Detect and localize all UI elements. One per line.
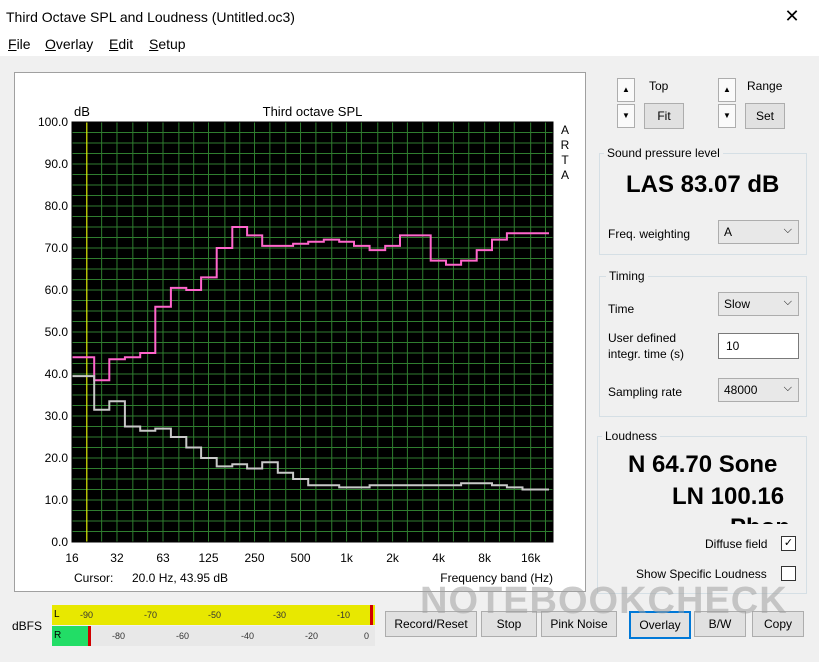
y-tick-label: 90.0 — [45, 157, 69, 171]
x-tick-label: 1k — [340, 551, 354, 565]
freq-weighting-label: Freq. weighting — [608, 227, 691, 241]
y-tick-label: 60.0 — [45, 283, 69, 297]
show-specific-label: Show Specific Loudness — [636, 567, 767, 581]
dbfs-label: dBFS — [12, 619, 43, 633]
user-integr-value: 10 — [726, 339, 740, 353]
side-label-letter: A — [561, 168, 569, 182]
meter-left-peak — [370, 605, 373, 625]
x-tick-label: 16 — [65, 551, 79, 565]
meter-bot-tick: -40 — [241, 631, 255, 641]
meter-bot-tick: -80 — [112, 631, 126, 641]
y-tick-label: 30.0 — [45, 409, 69, 423]
top-label: Top — [649, 79, 669, 93]
diffuse-field-label: Diffuse field — [705, 537, 768, 551]
y-tick-label: 100.0 — [38, 115, 68, 129]
window-title: Third Octave SPL and Loudness (Untitled.… — [6, 9, 295, 25]
x-tick-label: 4k — [432, 551, 446, 565]
loudness-group-title: Loudness — [602, 429, 661, 443]
menu-bar: File Overlay Edit Setup — [0, 34, 819, 56]
meter-top-tick: -70 — [144, 610, 158, 620]
level-meter-left: L -90 -70 -50 -30 -10 — [52, 605, 375, 625]
x-tick-label: 250 — [245, 551, 265, 565]
chevron-down-icon: ⌵ — [783, 382, 792, 394]
fit-button[interactable]: Fit — [644, 103, 684, 129]
show-specific-checkbox[interactable] — [781, 566, 796, 581]
side-label-letter: T — [561, 153, 569, 167]
user-integr-label-2: integr. time (s) — [608, 347, 685, 361]
top-down-button[interactable]: ▼ — [617, 104, 635, 128]
range-down-button[interactable]: ▼ — [718, 104, 736, 128]
menu-file[interactable]: File — [8, 36, 31, 52]
diffuse-field-checkbox[interactable]: ✓ — [781, 536, 796, 551]
sampling-rate-label: Sampling rate — [608, 385, 683, 399]
user-integr-input[interactable]: 10 — [718, 333, 799, 359]
close-icon[interactable]: ✕ — [769, 0, 815, 32]
x-tick-label: 500 — [291, 551, 311, 565]
chart-panel: 100.0 90.0 80.0 70.0 60.0 50.0 40.0 30.0 20.0 10.… — [14, 72, 586, 592]
y-tick-label: 20.0 — [45, 451, 69, 465]
x-tick-label: 16k — [521, 551, 541, 565]
meter-right-channel: R — [54, 630, 62, 641]
chart-title: Third octave SPL — [263, 104, 363, 119]
x-tick-label: 8k — [478, 551, 492, 565]
loudness-unit: Phon — [730, 514, 790, 524]
time-label: Time — [608, 302, 635, 316]
y-tick-label: 10.0 — [45, 493, 69, 507]
meter-bot-tick: 0 — [364, 631, 370, 641]
meter-top-tick: -50 — [208, 610, 222, 620]
loudness-ln-value: LN 100.16 — [672, 483, 785, 510]
sampling-rate-select[interactable]: 48000 ⌵ — [718, 378, 799, 402]
meter-bot-tick: -60 — [176, 631, 190, 641]
set-button[interactable]: Set — [745, 103, 785, 129]
las-value: LAS 83.07 dB — [626, 171, 780, 198]
title-bar: Third Octave SPL and Loudness (Untitled.… — [0, 0, 819, 34]
meter-top-tick: -90 — [80, 610, 94, 620]
level-meter-right: R -80 -60 -40 -20 0 — [52, 626, 375, 646]
side-label-letter: A — [561, 123, 569, 137]
spl-group-title: Sound pressure level — [604, 146, 723, 160]
meter-left-channel: L — [54, 609, 60, 620]
chevron-down-icon: ⌵ — [783, 296, 792, 308]
y-tick-label: 80.0 — [45, 199, 69, 213]
menu-overlay[interactable]: Overlay — [45, 36, 93, 52]
menu-edit[interactable]: Edit — [109, 36, 133, 52]
range-up-button[interactable]: ▲ — [718, 78, 736, 102]
user-integr-label-1: User defined — [608, 331, 677, 345]
y-tick-label: 0.0 — [51, 535, 68, 549]
loudness-unit-clip: Phon — [600, 510, 803, 524]
y-axis-label: dB — [74, 104, 90, 119]
freq-weighting-value: A — [724, 225, 733, 239]
watermark-logo: NOTEBOOKCHECK — [420, 580, 788, 622]
timing-group-title: Timing — [606, 269, 648, 283]
loudness-n-value: N 64.70 Sone — [628, 451, 778, 478]
sampling-rate-value: 48000 — [724, 383, 758, 397]
x-tick-label: 2k — [386, 551, 400, 565]
side-label-letter: R — [561, 138, 570, 152]
meter-bot-tick: -20 — [305, 631, 319, 641]
time-select[interactable]: Slow ⌵ — [718, 292, 799, 316]
top-up-button[interactable]: ▲ — [617, 78, 635, 102]
meter-top-tick: -30 — [273, 610, 287, 620]
chevron-down-icon: ⌵ — [783, 224, 792, 236]
meter-top-tick: -10 — [337, 610, 351, 620]
meter-right-peak — [88, 626, 91, 646]
y-tick-label: 40.0 — [45, 367, 69, 381]
spl-chart[interactable]: 100.0 90.0 80.0 70.0 60.0 50.0 40.0 30.0 20.0 10.… — [15, 73, 585, 591]
x-tick-label: 32 — [110, 551, 124, 565]
x-tick-label: 63 — [156, 551, 170, 565]
x-tick-label: 125 — [198, 551, 218, 565]
menu-setup[interactable]: Setup — [149, 36, 186, 52]
y-tick-label: 70.0 — [45, 241, 69, 255]
range-label: Range — [747, 79, 783, 93]
y-tick-label: 50.0 — [45, 325, 69, 339]
cursor-label: Cursor: — [74, 571, 113, 585]
time-value: Slow — [724, 297, 751, 311]
freq-weighting-select[interactable]: A ⌵ — [718, 220, 799, 244]
cursor-value: 20.0 Hz, 43.95 dB — [132, 571, 228, 585]
